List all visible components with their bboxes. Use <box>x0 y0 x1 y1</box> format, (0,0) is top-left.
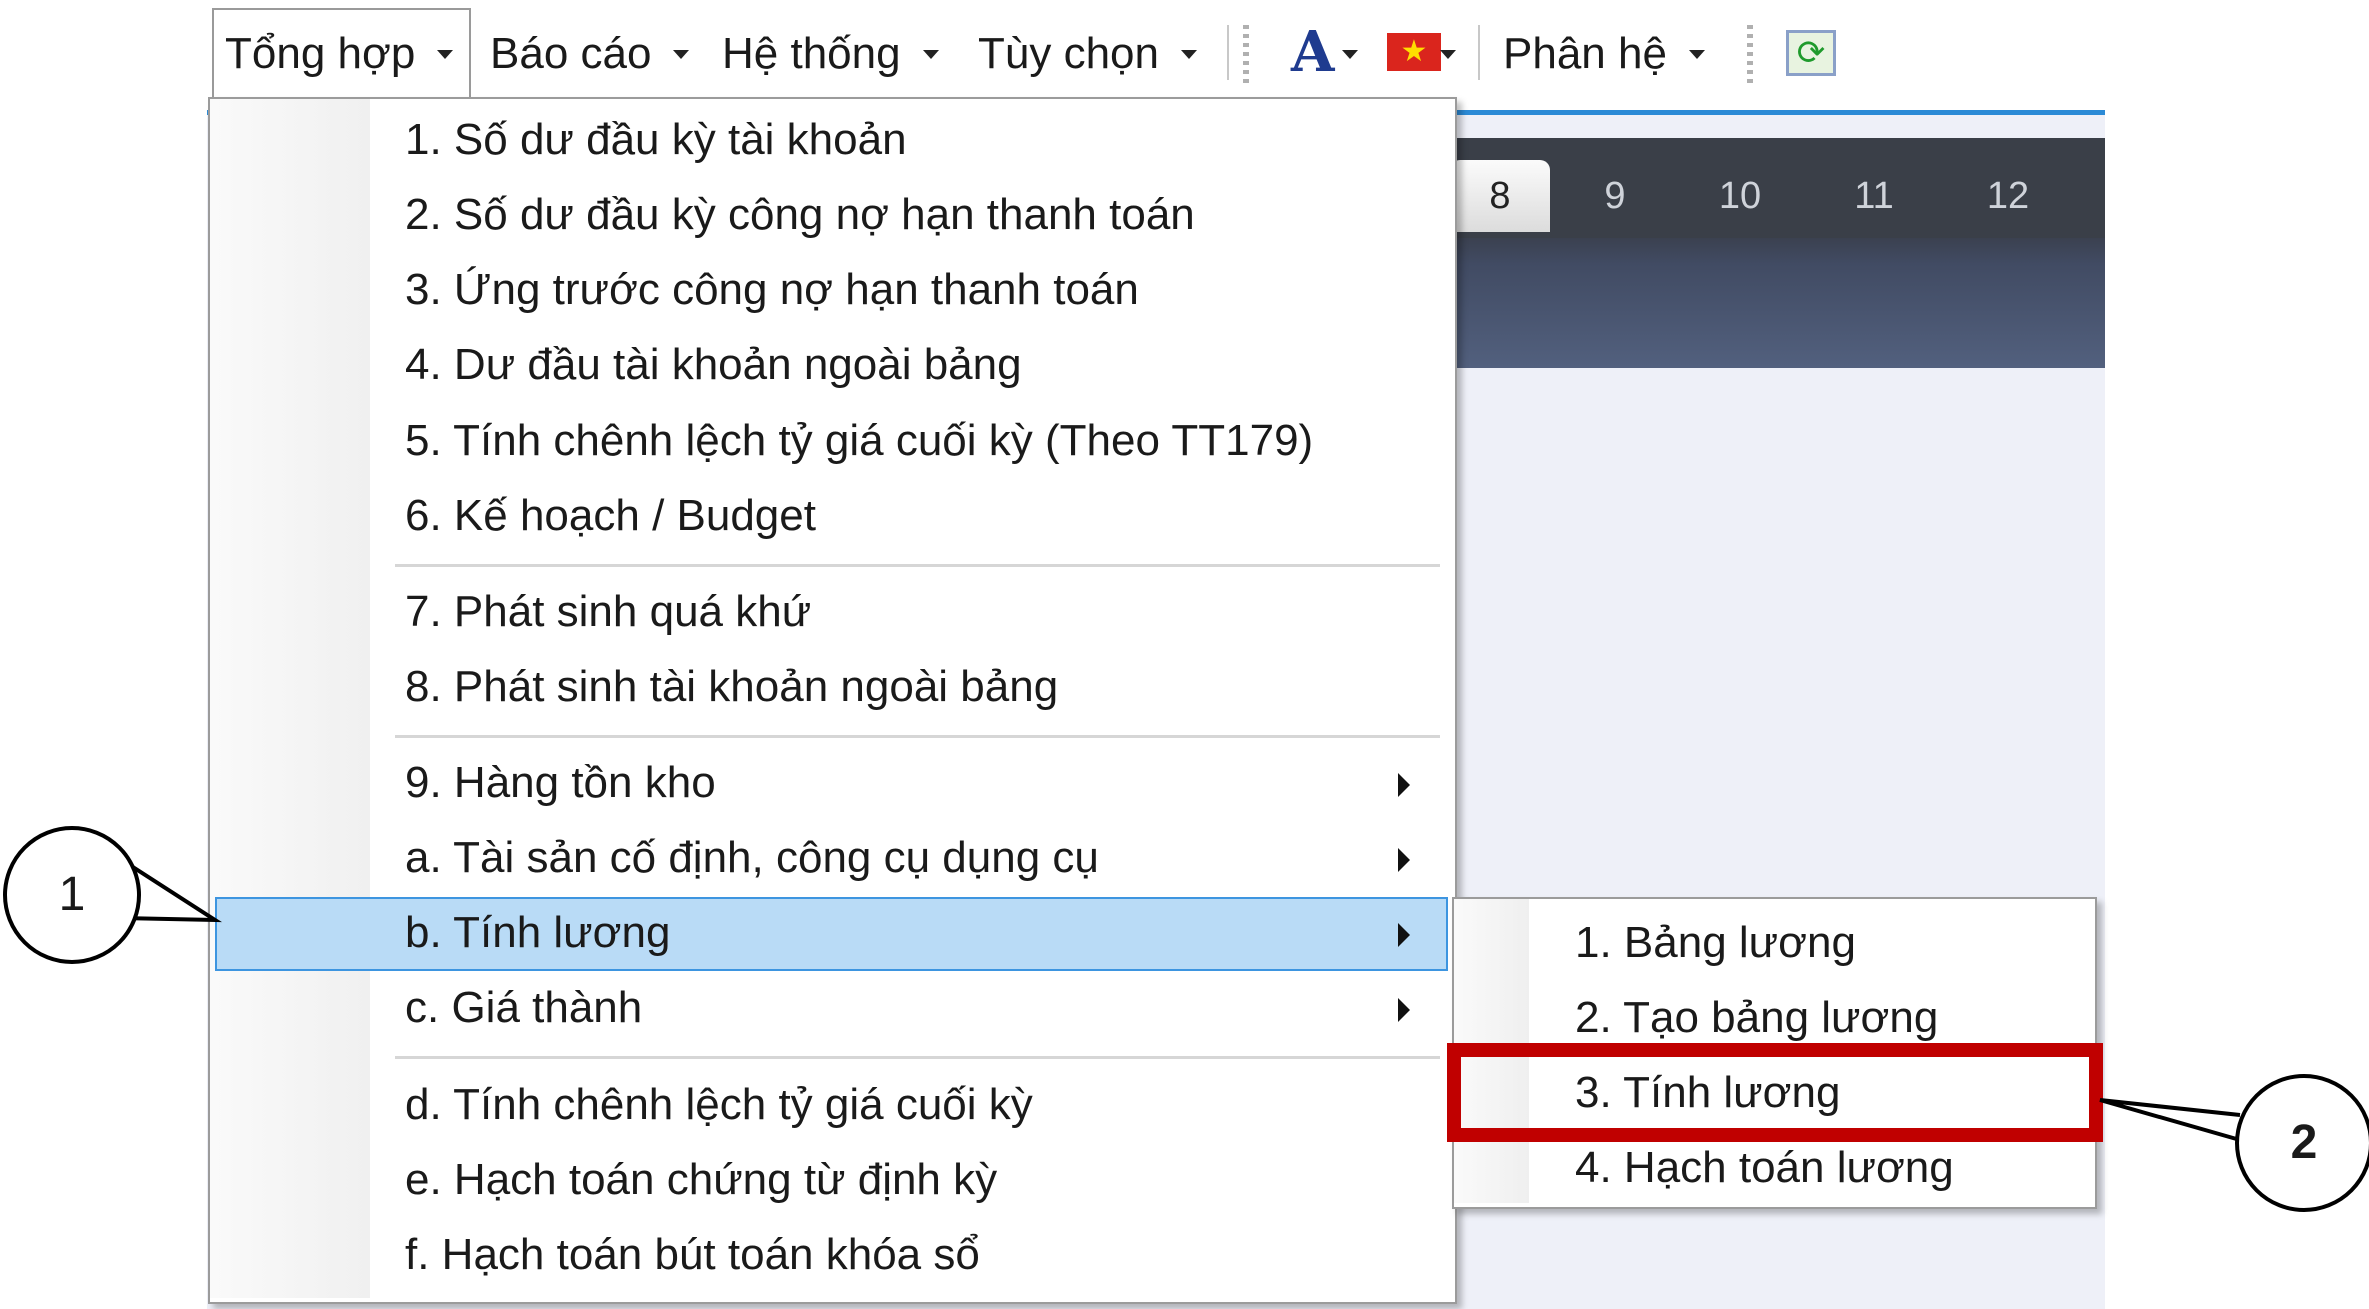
callout-number-2: 2 <box>2235 1074 2369 1212</box>
tab-10[interactable]: 10 <box>1690 160 1790 232</box>
chevron-right-icon <box>1398 773 1410 797</box>
menu-bao-cao[interactable]: Báo cáo <box>490 22 690 86</box>
menu-item-ke-hoach-budget[interactable]: 6. Kế hoạch / Budget <box>405 481 816 551</box>
menu-separator <box>395 1056 1440 1059</box>
menu-item-tai-san-co-dinh[interactable]: a. Tài sản cố định, công cụ dụng cụ <box>405 823 1099 893</box>
chevron-right-icon <box>1398 998 1410 1022</box>
menu-item-ung-truoc-cong-no[interactable]: 3. Ứng trước công nợ hạn thanh toán <box>405 255 1139 325</box>
menu-item-hang-ton-kho[interactable]: 9. Hàng tồn kho <box>405 748 716 818</box>
tab-8[interactable]: 8 <box>1450 160 1550 232</box>
menu-tuy-chon[interactable]: Tùy chọn <box>978 22 1197 86</box>
menu-item-highlight <box>215 897 1448 971</box>
chevron-down-icon <box>673 49 690 59</box>
chevron-right-icon <box>1398 848 1410 872</box>
tab-12[interactable]: 12 <box>1958 160 2058 232</box>
menu-item-so-du-cong-no[interactable]: 2. Số dư đầu kỳ công nợ hạn thanh toán <box>405 180 1195 250</box>
language-dropdown[interactable] <box>1418 22 1456 86</box>
menu-item-phat-sinh-qua-khu[interactable]: 7. Phát sinh quá khứ <box>405 577 811 647</box>
menu-item-tinh-luong[interactable]: b. Tính lương <box>405 898 670 968</box>
menu-label: Tùy chọn <box>978 29 1159 78</box>
menu-item-so-du-dau-ky-tai-khoan[interactable]: 1. Số dư đầu kỳ tài khoản <box>405 105 907 175</box>
chevron-down-icon <box>1688 49 1705 59</box>
menu-item-chenh-lech-ty-gia-cuoi-ky[interactable]: d. Tính chênh lệch tỷ giá cuối kỳ <box>405 1070 1033 1140</box>
tab-11[interactable]: 11 <box>1824 160 1924 232</box>
menu-item-gia-thanh[interactable]: c. Giá thành <box>405 973 642 1043</box>
tab-9[interactable]: 9 <box>1570 160 1660 232</box>
chevron-down-icon <box>1440 49 1456 59</box>
menu-item-phat-sinh-ngoai-bang[interactable]: 8. Phát sinh tài khoản ngoài bảng <box>405 652 1058 722</box>
toolbar-grip <box>1243 25 1249 85</box>
chevron-down-icon <box>437 49 454 59</box>
chevron-down-icon <box>922 49 939 59</box>
chevron-right-icon <box>1398 923 1410 947</box>
font-dropdown[interactable] <box>1320 22 1358 86</box>
submenu-item-hach-toan-luong[interactable]: 4. Hạch toán lương <box>1575 1133 1954 1203</box>
toolbar-separator <box>1227 25 1229 80</box>
menu-label: Tổng hợp <box>225 29 416 78</box>
menu-separator <box>395 564 1440 567</box>
menu-phan-he[interactable]: Phân hệ <box>1503 22 1705 86</box>
menu-label: Hệ thống <box>722 29 901 78</box>
menu-item-du-dau-ngoai-bang[interactable]: 4. Dư đầu tài khoản ngoài bảng <box>405 330 1022 400</box>
header-band <box>1450 238 2105 368</box>
menu-separator <box>395 735 1440 738</box>
toolbar-separator <box>1478 25 1480 80</box>
menu-label: Phân hệ <box>1503 29 1667 78</box>
chevron-down-icon <box>1180 49 1197 59</box>
menu-item-hach-toan-khoa-so[interactable]: f. Hạch toán bút toán khóa sổ <box>405 1220 980 1290</box>
callout-2-leader <box>2099 1098 2241 1142</box>
submenu-item-bang-luong[interactable]: 1. Bảng lương <box>1575 908 1856 978</box>
chevron-down-icon <box>1342 49 1358 59</box>
menu-he-thong[interactable]: Hệ thống <box>722 22 939 86</box>
callout-highlight-box <box>1447 1043 2103 1142</box>
menu-item-chenh-lech-ty-gia-tt179[interactable]: 5. Tính chênh lệch tỷ giá cuối kỳ (Theo … <box>405 406 1313 476</box>
callout-number-1: 1 <box>3 826 141 964</box>
menu-tong-hop[interactable]: Tổng hợp <box>225 22 454 86</box>
menu-item-hach-toan-dinh-ky[interactable]: e. Hạch toán chứng từ định kỳ <box>405 1145 997 1215</box>
refresh-icon[interactable]: ⟳ <box>1786 30 1836 76</box>
toolbar-grip <box>1747 25 1753 85</box>
menu-label: Báo cáo <box>490 29 652 78</box>
menu-icon-gutter <box>210 99 370 1298</box>
